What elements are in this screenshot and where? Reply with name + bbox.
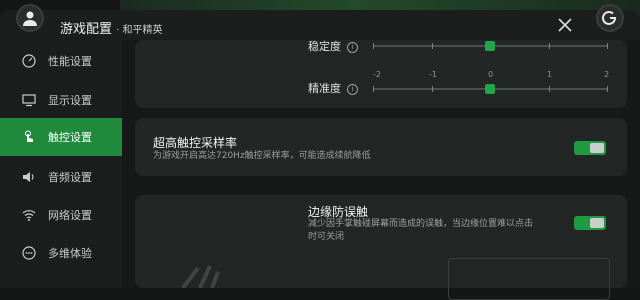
title-text: 游戏配置: [60, 22, 113, 37]
sidebar-item-label: 多维体验: [48, 247, 92, 260]
sidebar-item-network[interactable]: 网络设置: [0, 196, 122, 234]
exit-button[interactable]: [596, 4, 624, 32]
avatar[interactable]: [16, 4, 44, 32]
sidebar-item-multidimensional[interactable]: 多维体验: [0, 234, 122, 272]
info-icon[interactable]: i: [347, 42, 358, 53]
speaker-icon: [23, 172, 34, 182]
high-touch-toggle[interactable]: [574, 141, 606, 155]
stability-slider-thumb[interactable]: [485, 41, 495, 51]
edge-guard-desc-2: 时可关闭: [308, 232, 345, 242]
close-icon[interactable]: [556, 16, 574, 34]
scale-label: -1: [429, 70, 437, 79]
scale-label: -2: [373, 70, 381, 79]
power-exit-icon: [602, 10, 616, 25]
accuracy-label-text: 精准度: [308, 82, 341, 95]
sidebar-item-touch[interactable]: 触控设置: [0, 118, 122, 156]
sidebar-item-label: 网络设置: [48, 209, 92, 222]
stability-label-text: 稳定度: [308, 40, 341, 53]
sidebar-item-performance[interactable]: 性能设置: [0, 42, 122, 80]
high-touch-desc: 为游戏开启高达720Hz触控采样率，可能造成续航降低: [153, 151, 371, 161]
sidebar-item-label: 显示设置: [48, 94, 92, 107]
accuracy-label: 精准度 i: [308, 80, 358, 96]
sidebar-item-label: 音频设置: [48, 171, 92, 184]
slider-card: [135, 40, 627, 108]
high-touch-title: 超高触控采样率: [153, 136, 238, 150]
edge-guard-desc: 减少因手掌触碰屏幕而造成的误触，当边缘位置难以点击: [308, 219, 534, 229]
stability-label: 稳定度 i: [308, 38, 358, 54]
sidebar-item-label: 触控设置: [48, 131, 92, 144]
monitor-icon: [22, 94, 36, 107]
sidebar-item-display[interactable]: 显示设置: [0, 81, 122, 119]
title-subtitle: · 和平精英: [116, 25, 163, 36]
sidebar-item-audio[interactable]: 音频设置: [0, 158, 122, 196]
info-icon[interactable]: i: [347, 84, 358, 95]
scale-label: 2: [604, 70, 610, 79]
accuracy-slider[interactable]: [373, 84, 608, 94]
sidebar-item-label: 性能设置: [48, 55, 92, 68]
hand-illustration-icon: [181, 265, 220, 288]
accuracy-slider-thumb[interactable]: [485, 84, 495, 94]
sidebar: 性能设置 显示设置 触控设置 音频设置 网络设置 多维体验: [0, 40, 122, 288]
edge-preview-frame: [448, 258, 610, 300]
stability-slider[interactable]: [373, 41, 608, 51]
touch-hand-icon: [25, 130, 33, 142]
ellipsis-icon: [22, 246, 36, 260]
user-icon: [23, 11, 37, 26]
wifi-icon: [22, 210, 36, 221]
scale-label: 0: [488, 70, 494, 79]
edge-guard-toggle[interactable]: [574, 216, 606, 230]
page-title: 游戏配置 · 和平精英: [60, 18, 163, 37]
scale-label: 1: [547, 70, 553, 79]
speedometer-icon: [22, 54, 36, 68]
